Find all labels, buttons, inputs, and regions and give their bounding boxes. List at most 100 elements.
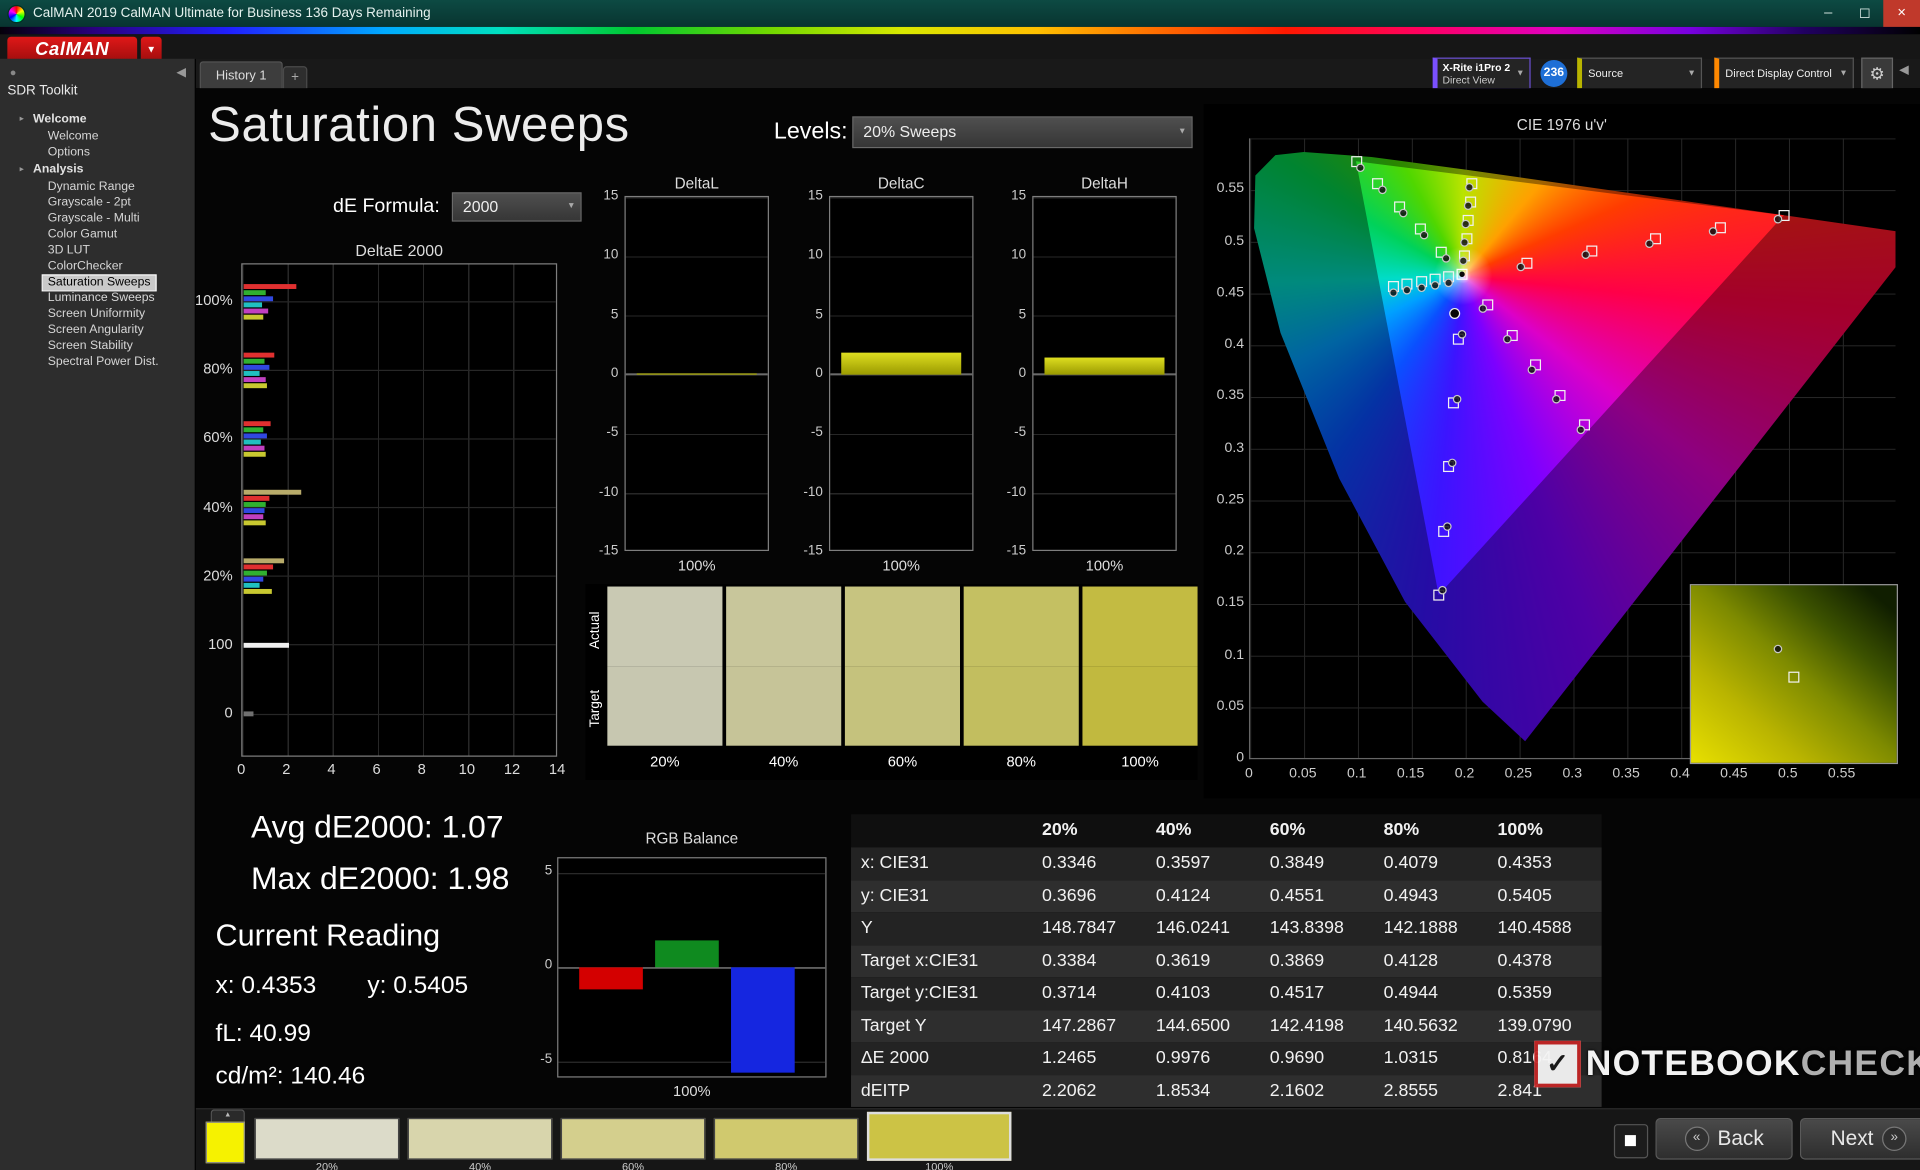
table-row: Target y:CIE310.37140.41030.45170.49440.… [851, 977, 1602, 1009]
gear-icon[interactable]: ⚙ [1861, 58, 1893, 90]
current-patch-swatch[interactable] [206, 1122, 245, 1164]
cie-measured-marker [1389, 288, 1398, 297]
cie-measured-marker [1445, 278, 1454, 287]
de-bar [244, 296, 273, 301]
table-header-cell: 40% [1146, 814, 1260, 847]
watermark-text-2: CHECK [1801, 1044, 1920, 1084]
cie-x-tick: 0.45 [1713, 767, 1755, 782]
maximize-button[interactable]: ◻ [1847, 0, 1884, 27]
sidebar-item-dynamic-range[interactable]: Dynamic Range [43, 180, 140, 195]
table-header-cell: 80% [1374, 814, 1488, 847]
sidebar-item-saturation-sweeps[interactable]: Saturation Sweeps [43, 276, 156, 291]
chevron-down-icon: ▼ [567, 193, 575, 220]
sidebar-item-spectral-power-dist[interactable]: Spectral Power Dist. [43, 355, 164, 370]
target-row-label: Target [588, 672, 603, 745]
display-control-dropdown[interactable]: Direct Display Control ▼ [1714, 58, 1854, 90]
sidebar-item-screen-stability[interactable]: Screen Stability [43, 339, 138, 354]
patch-20[interactable] [255, 1118, 399, 1160]
gridline [242, 576, 555, 577]
gridline [242, 438, 555, 439]
sidebar-item-grayscale-2pt[interactable]: Grayscale - 2pt [43, 196, 136, 211]
tab-history-1[interactable]: History 1 [200, 61, 283, 89]
delta-y-tick: -5 [790, 425, 823, 440]
de-bar [244, 383, 268, 388]
cie-y-tick: 0.2 [1204, 544, 1244, 559]
table-cell: 0.4103 [1146, 977, 1260, 1009]
patch-60[interactable] [561, 1118, 705, 1160]
source-dropdown[interactable]: Source ▼ [1577, 58, 1702, 90]
sidebar-item-color-gamut[interactable]: Color Gamut [43, 228, 122, 243]
sidebar-item-3d-lut[interactable]: 3D LUT [43, 244, 95, 259]
cie-measured-marker [1403, 285, 1412, 294]
sidebar-group-analysis[interactable]: ▸Analysis [0, 163, 196, 179]
de-bar [244, 583, 260, 588]
back-button[interactable]: « Back [1656, 1118, 1793, 1160]
chevron-down-icon: ▼ [1839, 69, 1847, 78]
table-row-label: Target Y [851, 1010, 1032, 1042]
de-bar [244, 377, 267, 382]
de-formula-select[interactable]: 2000 ▼ [452, 192, 582, 221]
table-cell: 147.2867 [1032, 1010, 1146, 1042]
table-cell: 0.3714 [1032, 977, 1146, 1009]
next-button[interactable]: Next » [1800, 1118, 1920, 1160]
swatch-label: 100% [1082, 753, 1197, 770]
sidebar-group-welcome[interactable]: ▸Welcome [0, 113, 196, 129]
delta-y-tick: 15 [790, 189, 823, 204]
patch-label: 100% [867, 1161, 1011, 1170]
de-bar [244, 496, 270, 501]
patch-100[interactable] [867, 1112, 1011, 1161]
cie-y-tick: 0.5 [1204, 233, 1244, 248]
delta-y-tick: 10 [993, 248, 1026, 263]
de-x-tick: 12 [497, 760, 526, 777]
swatch-target [964, 666, 1079, 746]
cie-x-tick: 0 [1228, 767, 1270, 782]
cie-x-tick: 0.15 [1390, 767, 1432, 782]
back-chevron-icon: « [1684, 1127, 1708, 1151]
tree-arrow-icon: ▸ [20, 114, 24, 124]
cie-measured-marker [1709, 227, 1718, 236]
meter-dropdown[interactable]: X-Rite i1Pro 2 Direct View ▼ [1433, 58, 1531, 90]
patch-40[interactable] [408, 1118, 552, 1160]
sidebar-item-options[interactable]: Options [43, 146, 95, 161]
patch-80[interactable] [714, 1118, 858, 1160]
table-cell: 0.3869 [1260, 945, 1374, 977]
minimize-button[interactable]: – [1810, 0, 1847, 27]
de-bar [244, 452, 265, 457]
sidebar-item-screen-uniformity[interactable]: Screen Uniformity [43, 307, 150, 322]
table-cell: 0.4079 [1374, 847, 1488, 879]
de-formula-value: 2000 [463, 197, 498, 215]
sidebar-item-grayscale-multi[interactable]: Grayscale - Multi [43, 212, 145, 227]
collapse-right-panel-icon[interactable]: ◀ [1899, 64, 1908, 77]
delta-y-tick: 10 [585, 248, 618, 263]
de-x-tick: 14 [542, 760, 571, 777]
cie-y-tick: 0.35 [1204, 388, 1244, 403]
de-bar [244, 589, 272, 594]
expand-patches-icon[interactable]: ▲ [211, 1109, 245, 1121]
cie-white-measured-marker [1449, 307, 1460, 318]
delta-y-tick: 15 [993, 189, 1026, 204]
sidebar-collapse-icon[interactable]: ◀ [176, 66, 185, 79]
sidebar-item-luminance-sweeps[interactable]: Luminance Sweeps [43, 291, 160, 306]
delta-y-tick: 5 [993, 307, 1026, 322]
table-row: Target x:CIE310.33840.36190.38690.41280.… [851, 945, 1602, 977]
sidebar-item-colorchecker[interactable]: ColorChecker [43, 260, 128, 275]
levels-select[interactable]: 20% Sweeps ▼ [852, 116, 1192, 148]
sidebar-item-welcome[interactable]: Welcome [43, 130, 104, 145]
close-button[interactable]: × [1883, 0, 1920, 27]
deltac-title: DeltaC [829, 175, 973, 192]
display-control-label: Direct Display Control [1719, 59, 1852, 80]
avg-de2000: Avg dE2000: 1.07 [251, 808, 504, 846]
pattern-window-icon[interactable] [1614, 1124, 1648, 1158]
delta-y-tick: 5 [790, 307, 823, 322]
deltae-plot-area [241, 263, 557, 756]
table-cell: 0.5359 [1488, 977, 1602, 1009]
sidebar-tree: ▸WelcomeWelcomeOptions ▸AnalysisDynamic R… [0, 110, 196, 370]
sidebar-dot-icon[interactable]: ● [10, 66, 17, 78]
swatch-60 [845, 587, 960, 746]
de-y-tick: 100% [171, 291, 232, 308]
next-chevron-icon: » [1882, 1127, 1906, 1151]
table-header-cell [851, 814, 1032, 847]
add-tab-button[interactable]: + [283, 66, 307, 90]
sidebar-item-screen-angularity[interactable]: Screen Angularity [43, 323, 149, 338]
table-header-cell: 60% [1260, 814, 1374, 847]
